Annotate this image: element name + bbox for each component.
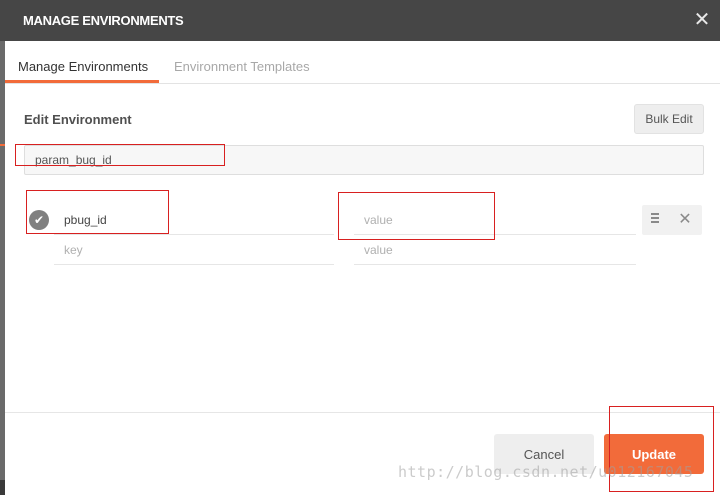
left-edge-accent	[0, 144, 5, 146]
row-actions: ✕	[642, 205, 702, 235]
variable-row: key value	[24, 235, 704, 265]
checkmark-icon[interactable]: ✔	[29, 210, 49, 230]
tab-bar: Manage Environments Environment Template…	[5, 41, 720, 84]
environment-name-input[interactable]: param_bug_id	[24, 145, 704, 175]
value-input[interactable]: value	[354, 205, 636, 235]
left-edge-backdrop	[0, 41, 5, 495]
left-edge-shadow	[0, 480, 5, 495]
watermark-text: http://blog.csdn.net/u012167045	[398, 463, 694, 481]
value-input[interactable]: value	[354, 235, 636, 265]
titlebar: MANAGE ENVIRONMENTS ✕	[0, 0, 720, 41]
window-title: MANAGE ENVIRONMENTS	[23, 13, 184, 28]
variable-row: ✔ pbug_id value ✕	[24, 205, 704, 235]
tab-environment-templates[interactable]: Environment Templates	[174, 59, 310, 74]
footer-divider	[5, 412, 720, 413]
tab-manage-environments[interactable]: Manage Environments	[18, 59, 148, 74]
bulk-edit-button[interactable]: Bulk Edit	[634, 104, 704, 134]
key-input[interactable]: pbug_id	[54, 205, 334, 235]
drag-handle-icon[interactable]	[651, 213, 661, 227]
delete-row-icon[interactable]: ✕	[678, 210, 692, 230]
section-title: Edit Environment	[24, 112, 132, 127]
close-icon[interactable]: ✕	[692, 10, 712, 30]
active-tab-indicator	[5, 80, 159, 83]
key-input[interactable]: key	[54, 235, 334, 265]
